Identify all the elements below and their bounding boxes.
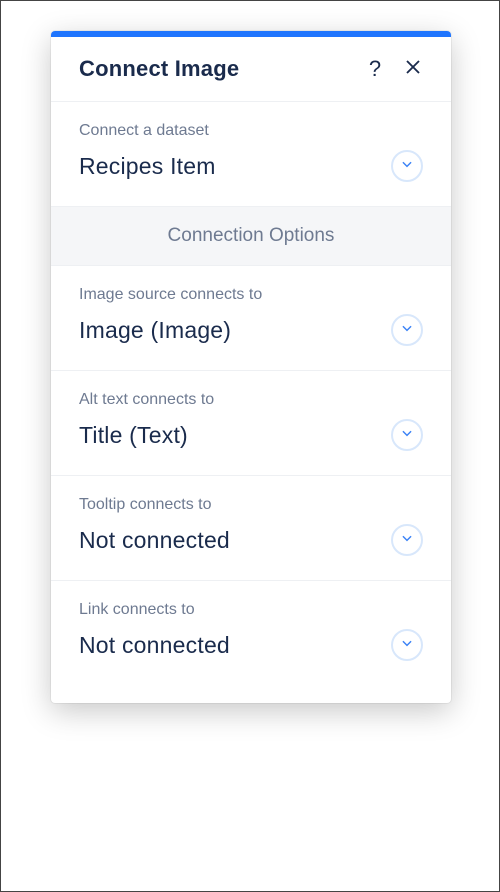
panel-title: Connect Image <box>79 56 351 82</box>
close-icon <box>404 58 422 81</box>
field-label: Tooltip connects to <box>79 496 423 514</box>
dataset-select[interactable]: Recipes Item <box>79 146 423 192</box>
close-button[interactable] <box>399 55 427 83</box>
chevron-down-icon <box>400 426 414 445</box>
field-label: Image source connects to <box>79 286 423 304</box>
field-alt-text: Alt text connects to Title (Text) <box>51 371 451 476</box>
field-dropdown-button[interactable] <box>391 419 423 451</box>
connect-image-panel: Connect Image ? Connect a dataset Recipe… <box>51 31 451 703</box>
field-select[interactable]: Not connected <box>79 520 423 566</box>
field-value: Image (Image) <box>79 317 231 344</box>
field-value: Not connected <box>79 527 230 554</box>
field-image-source: Image source connects to Image (Image) <box>51 266 451 371</box>
dataset-label: Connect a dataset <box>79 122 423 140</box>
options-banner: Connection Options <box>51 207 451 266</box>
field-value: Title (Text) <box>79 422 188 449</box>
dataset-dropdown-button[interactable] <box>391 150 423 182</box>
field-dropdown-button[interactable] <box>391 524 423 556</box>
field-value: Not connected <box>79 632 230 659</box>
chevron-down-icon <box>400 157 414 176</box>
chevron-down-icon <box>400 321 414 340</box>
field-select[interactable]: Not connected <box>79 625 423 671</box>
field-dropdown-button[interactable] <box>391 314 423 346</box>
chevron-down-icon <box>400 636 414 655</box>
field-label: Alt text connects to <box>79 391 423 409</box>
field-link: Link connects to Not connected <box>51 581 451 703</box>
field-dropdown-button[interactable] <box>391 629 423 661</box>
field-select[interactable]: Image (Image) <box>79 310 423 356</box>
chevron-down-icon <box>400 531 414 550</box>
dataset-section: Connect a dataset Recipes Item <box>51 102 451 207</box>
panel-header: Connect Image ? <box>51 37 451 102</box>
field-select[interactable]: Title (Text) <box>79 415 423 461</box>
help-button[interactable]: ? <box>361 55 389 83</box>
help-icon: ? <box>369 56 381 82</box>
field-tooltip: Tooltip connects to Not connected <box>51 476 451 581</box>
field-label: Link connects to <box>79 601 423 619</box>
dataset-value: Recipes Item <box>79 153 216 180</box>
app-frame: Connect Image ? Connect a dataset Recipe… <box>0 0 500 892</box>
